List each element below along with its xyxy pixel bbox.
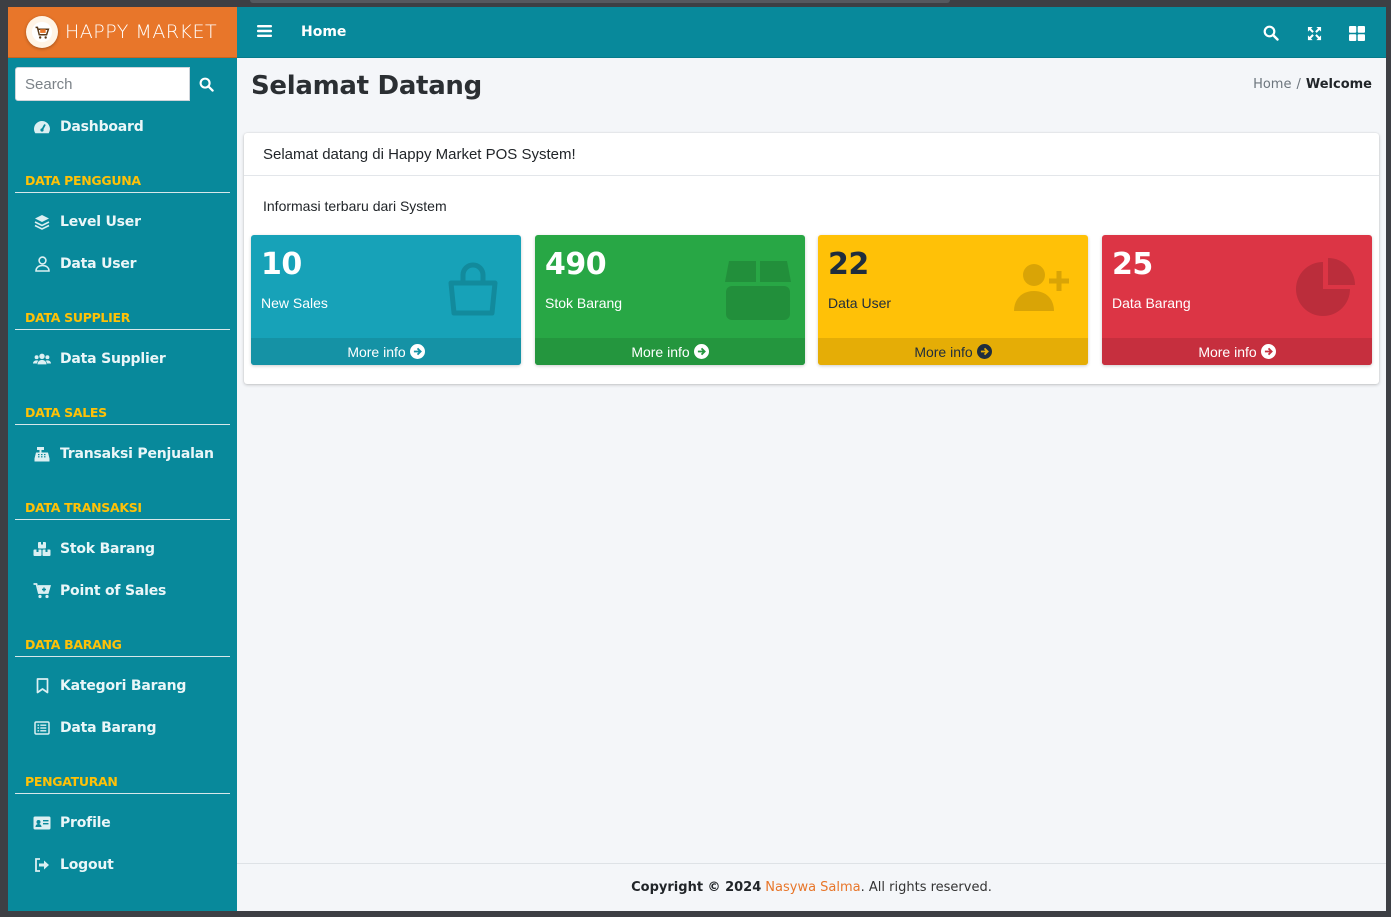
- th-large-icon: [1349, 25, 1365, 41]
- sidebar-header-data-supplier: DATA SUPPLIER: [15, 306, 230, 330]
- id-card-icon: [33, 814, 51, 832]
- small-box-value: 10: [261, 247, 302, 282]
- brand-link[interactable]: HAPPY MARKET: [8, 7, 237, 58]
- window-top-edge: [250, 0, 950, 3]
- small-box-data-user: 22 Data User More info: [818, 235, 1088, 365]
- expand-arrows-icon: [1307, 26, 1321, 40]
- fullscreen-button[interactable]: [1304, 23, 1324, 43]
- small-box-value: 490: [545, 247, 607, 282]
- sidebar-item-data-supplier[interactable]: Data Supplier: [15, 341, 230, 377]
- users-icon: [33, 350, 51, 368]
- breadcrumb: Home / Welcome: [1253, 77, 1372, 92]
- arrow-circle-right-icon: [1260, 344, 1276, 359]
- search-icon: [1263, 25, 1279, 41]
- layer-group-icon: [33, 213, 51, 231]
- sidebar-item-data-user[interactable]: Data User: [15, 246, 230, 282]
- cart-plus-icon: [33, 582, 51, 600]
- sidebar-toggle-button[interactable]: [257, 24, 275, 40]
- small-box-label: New Sales: [261, 295, 328, 311]
- brand-name: HAPPY MARKET: [65, 21, 218, 43]
- more-info-label: More info: [631, 343, 690, 360]
- bars-icon: [257, 25, 272, 37]
- small-box-value: 22: [828, 247, 869, 282]
- chart-pie-icon: [1290, 253, 1360, 323]
- small-box-label: Data User: [828, 295, 892, 311]
- more-info-label: More info: [347, 343, 406, 360]
- top-navbar: Home: [237, 7, 1386, 58]
- card-subtitle: Informasi terbaru dari System: [263, 198, 447, 214]
- cart-logo-icon: [26, 16, 58, 48]
- footer: Copyright © 2024 Nasywa Salma . All righ…: [237, 863, 1386, 911]
- app-window: HAPPY MARKET Dashboard DATA PENGGUNA Lev…: [8, 7, 1386, 911]
- sidebar-item-stok-barang[interactable]: Stok Barang: [15, 531, 230, 567]
- arrow-circle-right-icon: [693, 344, 709, 359]
- sidebar-header-data-transaksi: DATA TRANSAKSI: [15, 496, 230, 520]
- sidebar-search: [15, 67, 223, 101]
- search-input[interactable]: [15, 67, 190, 101]
- sidebar-item-data-barang[interactable]: Data Barang: [15, 710, 230, 746]
- small-box-stok-barang: 490 Stok Barang More info: [535, 235, 805, 365]
- box-icon: [723, 253, 793, 323]
- sidebar-item-kategori-barang[interactable]: Kategori Barang: [15, 668, 230, 704]
- content-header: Selamat Datang: [251, 71, 482, 101]
- sign-out-icon: [33, 856, 51, 874]
- small-box-value: 25: [1112, 247, 1153, 282]
- sidebar-item-dashboard[interactable]: Dashboard: [15, 109, 230, 145]
- small-box-label: Stok Barang: [545, 295, 623, 311]
- sidebar: HAPPY MARKET Dashboard DATA PENGGUNA Lev…: [8, 7, 237, 911]
- sidebar-header-data-barang: DATA BARANG: [15, 633, 230, 657]
- sidebar-item-transaksi-penjualan[interactable]: Transaksi Penjualan: [15, 436, 230, 472]
- sidebar-item-profile[interactable]: Profile: [15, 805, 230, 841]
- footer-copyright: Copyright © 2024: [631, 880, 762, 895]
- user-icon: [33, 255, 51, 273]
- navbar-search-button[interactable]: [1261, 23, 1281, 43]
- arrow-circle-right-icon: [976, 344, 992, 359]
- boxes-icon: [33, 540, 51, 558]
- footer-rights: . All rights reserved.: [860, 880, 992, 895]
- user-plus-icon: [1006, 253, 1076, 323]
- more-info-link[interactable]: More info: [818, 338, 1088, 365]
- more-info-link[interactable]: More info: [535, 338, 805, 365]
- card-title: Selamat datang di Happy Market POS Syste…: [244, 133, 1379, 176]
- breadcrumb-home-link[interactable]: Home: [1253, 77, 1291, 92]
- breadcrumb-current: Welcome: [1305, 77, 1372, 92]
- nav-home-link[interactable]: Home: [301, 24, 346, 40]
- search-button[interactable]: [190, 67, 223, 101]
- small-box-new-sales: 10 New Sales More info: [251, 235, 521, 365]
- bookmark-icon: [33, 677, 51, 695]
- small-box-data-barang: 25 Data Barang More info: [1102, 235, 1372, 365]
- sidebar-item-logout[interactable]: Logout: [15, 847, 230, 883]
- sidebar-header-pengaturan: PENGATURAN: [15, 770, 230, 794]
- arrow-circle-right-icon: [409, 344, 425, 359]
- sidebar-item-level-user[interactable]: Level User: [15, 204, 230, 240]
- shopping-bag-icon: [439, 253, 509, 323]
- page-title: Selamat Datang: [251, 71, 482, 101]
- control-sidebar-button[interactable]: [1347, 23, 1367, 43]
- more-info-label: More info: [1198, 343, 1257, 360]
- more-info-label: More info: [914, 343, 973, 360]
- list-alt-icon: [33, 719, 51, 737]
- small-box-label: Data Barang: [1112, 295, 1191, 311]
- welcome-card: Selamat datang di Happy Market POS Syste…: [244, 133, 1379, 384]
- more-info-link[interactable]: More info: [1102, 338, 1372, 365]
- more-info-link[interactable]: More info: [251, 338, 521, 365]
- sidebar-item-point-of-sales[interactable]: Point of Sales: [15, 573, 230, 609]
- sidebar-header-data-pengguna: DATA PENGGUNA: [15, 169, 230, 193]
- footer-author-link[interactable]: Nasywa Salma: [765, 880, 860, 895]
- search-icon: [199, 77, 214, 92]
- tachometer-icon: [33, 118, 51, 136]
- sidebar-header-data-sales: DATA SALES: [15, 401, 230, 425]
- breadcrumb-separator: /: [1296, 77, 1301, 92]
- cash-register-icon: [33, 445, 51, 463]
